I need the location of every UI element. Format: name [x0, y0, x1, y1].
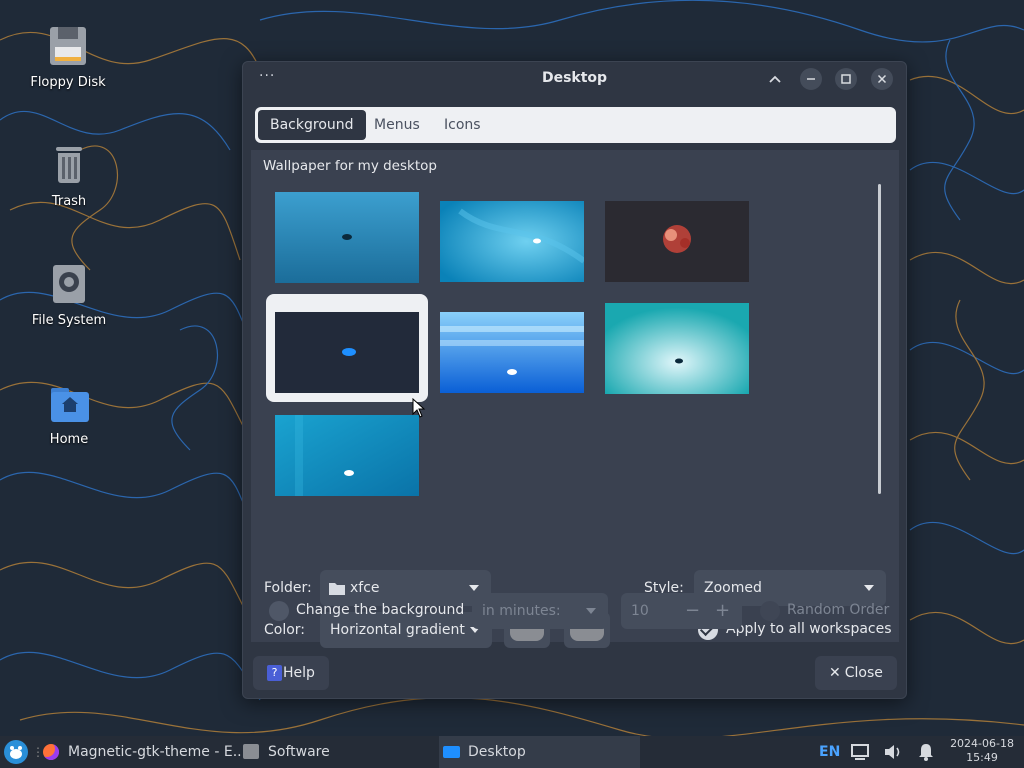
tab-menus[interactable]: Menus — [362, 110, 432, 140]
tab-bar: Background Menus Icons — [255, 107, 896, 143]
change-background-label[interactable]: Change the background — [296, 602, 464, 618]
minimize-button[interactable] — [800, 68, 822, 90]
background-panel: Wallpaper for my desktop Folder: xfce St… — [251, 150, 899, 648]
drive-icon — [47, 263, 91, 307]
clock-time: 15:49 — [966, 751, 998, 764]
close-icon — [877, 74, 887, 84]
wallpaper-scrollbar[interactable] — [878, 184, 881, 494]
interval-unit-select[interactable]: in minutes: — [472, 593, 608, 629]
chevron-up-icon — [769, 75, 781, 83]
taskbar-item-firefox[interactable]: Magnetic-gtk-theme - E... — [40, 736, 246, 768]
interval-spinner[interactable]: 10 − + — [621, 593, 742, 629]
random-order-label[interactable]: Random Order — [787, 602, 889, 618]
maximize-icon — [841, 74, 851, 84]
minimize-icon — [807, 78, 815, 80]
interval-value: 10 — [631, 603, 649, 619]
close-icon: ✕ — [829, 665, 841, 681]
xfce-mouse-icon — [10, 746, 22, 759]
folder-icon — [329, 583, 345, 595]
desktop-icon-label: Floppy Disk — [30, 75, 106, 90]
help-icon: ? — [267, 665, 282, 681]
desktop-icon-label: Home — [49, 432, 89, 447]
wallpaper-thumbnail[interactable] — [440, 312, 584, 393]
maximize-button[interactable] — [835, 68, 857, 90]
taskbar-item-label: Desktop — [468, 744, 526, 760]
random-order-checkbox[interactable] — [760, 601, 780, 621]
desktop-icon-label: Trash — [51, 194, 87, 209]
desktop-icon-floppy-disk[interactable]: Floppy Disk — [23, 25, 113, 90]
folder-select[interactable]: xfce — [320, 570, 491, 606]
wallpaper-thumbnail[interactable] — [605, 201, 749, 282]
dropdown-arrow-icon — [469, 585, 479, 591]
title-bar[interactable]: ··· Desktop — [243, 62, 906, 96]
close-window-button[interactable] — [871, 68, 893, 90]
home-folder-icon — [47, 382, 91, 426]
app-menu-button[interactable] — [4, 740, 28, 764]
color-mode-value: Horizontal gradient — [330, 622, 465, 638]
tab-icons[interactable]: Icons — [432, 110, 493, 140]
desktop-icon-trash[interactable]: Trash — [24, 144, 114, 209]
taskbar: ⋮ Magnetic-gtk-theme - E... Software Des… — [0, 736, 1024, 768]
shade-window-button[interactable] — [764, 68, 786, 90]
dropdown-arrow-icon — [864, 585, 874, 591]
interval-unit-value: in minutes: — [482, 603, 561, 619]
close-label: Close — [844, 665, 883, 681]
taskbar-item-software[interactable]: Software — [240, 736, 430, 768]
desktop-icon-file-system[interactable]: File System — [24, 263, 114, 328]
mouse-pointer-icon — [412, 398, 426, 418]
color-label: Color: — [264, 622, 306, 638]
plus-icon[interactable]: + — [715, 593, 730, 629]
taskbar-item-label: Software — [268, 744, 330, 760]
desktop-icon-label: File System — [31, 313, 107, 328]
floppy-disk-icon — [46, 25, 90, 69]
wallpaper-thumbnail[interactable] — [605, 303, 749, 394]
trash-icon — [47, 144, 91, 188]
close-button[interactable]: ✕ Close — [815, 656, 897, 690]
minus-icon[interactable]: − — [685, 593, 700, 629]
folder-value: xfce — [350, 580, 380, 596]
clock[interactable]: 2024-06-18 15:49 — [950, 737, 1014, 765]
taskbar-item-desktop[interactable]: Desktop — [439, 736, 640, 768]
taskbar-item-label: Magnetic-gtk-theme - E... — [68, 744, 247, 760]
wallpaper-thumbnail[interactable] — [275, 415, 419, 496]
wallpaper-label: Wallpaper for my desktop — [263, 158, 437, 174]
tab-background[interactable]: Background — [258, 110, 366, 140]
desktop-settings-window: ··· Desktop Background Menus Icons Wallp… — [242, 61, 907, 699]
apply-all-workspaces-label[interactable]: Apply to all workspaces — [726, 621, 892, 637]
display-icon[interactable] — [851, 743, 869, 761]
help-label: Help — [283, 665, 315, 681]
volume-icon[interactable] — [883, 743, 903, 761]
software-icon — [243, 744, 259, 759]
desktop-icon-home[interactable]: Home — [24, 382, 114, 447]
notification-bell-icon[interactable] — [916, 742, 936, 762]
clock-date: 2024-06-18 — [950, 737, 1014, 750]
desktop-icon — [443, 746, 460, 758]
wallpaper-thumbnail[interactable] — [440, 201, 586, 282]
dropdown-arrow-icon — [586, 608, 596, 614]
change-background-checkbox[interactable] — [269, 601, 289, 621]
keyboard-layout-indicator[interactable]: EN — [819, 736, 840, 768]
help-button[interactable]: ? Help — [253, 656, 329, 690]
firefox-icon — [43, 744, 59, 760]
wallpaper-thumbnail[interactable] — [275, 192, 419, 283]
wallpaper-thumbnail-selected[interactable] — [275, 312, 419, 393]
folder-label: Folder: — [264, 580, 312, 596]
